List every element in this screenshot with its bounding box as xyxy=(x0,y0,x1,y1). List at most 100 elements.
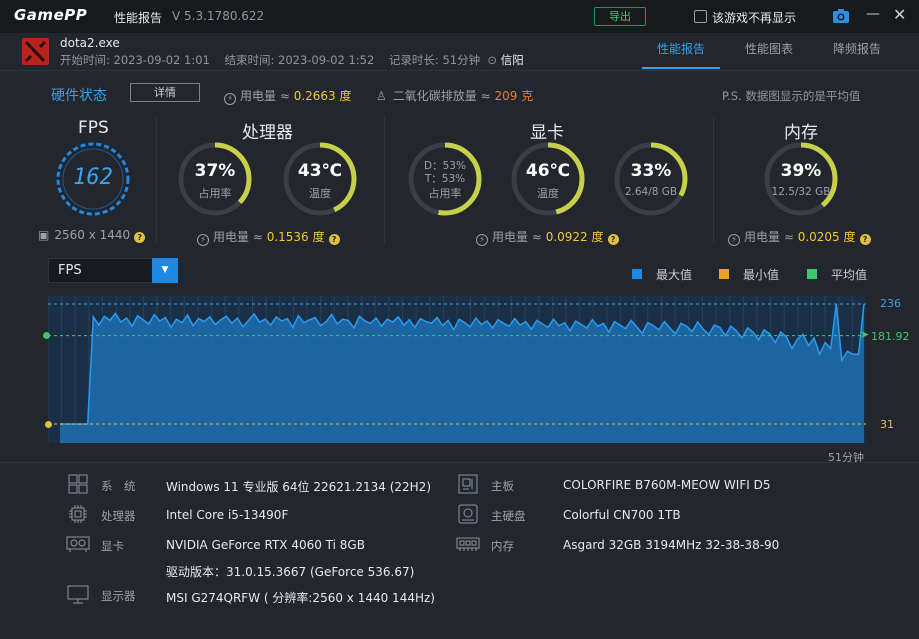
gpu-power-label: 用电量 ≈ xyxy=(492,230,542,244)
monitor-icon: ▣ xyxy=(38,228,50,242)
memory-title: 内存 xyxy=(784,123,818,143)
memory-usage-gauge: 39% 12.5/32 GB xyxy=(763,141,839,217)
motherboard-label: 主板 xyxy=(491,479,514,493)
memory-usage-value: 39% xyxy=(780,161,822,181)
memory-power-value: 0.0205 度 xyxy=(797,230,856,244)
no-show-checkbox[interactable] xyxy=(694,10,707,23)
active-tab-indicator xyxy=(642,67,720,69)
co2-label: 二氧化碳排放量 ≈ xyxy=(392,89,491,103)
monitor-icon xyxy=(67,585,89,609)
divider xyxy=(384,116,385,244)
help-icon[interactable]: ? xyxy=(859,234,871,245)
minimize-icon[interactable]: — xyxy=(866,6,880,22)
legend-avg-label: 平均值 xyxy=(831,268,868,282)
os-value: Windows 11 专业版 64位 22621.2134 (22H2) xyxy=(166,480,431,494)
duration: 51分钟 xyxy=(442,53,481,67)
chevron-down-icon[interactable]: ▼ xyxy=(152,258,178,283)
disk-label: 主硬盘 xyxy=(491,509,526,523)
end-time: 2023-09-02 1:52 xyxy=(278,53,375,67)
co2-icon: ♙ xyxy=(376,89,387,103)
details-button[interactable]: 详情 xyxy=(130,83,200,102)
total-power-label: 用电量 ≈ xyxy=(240,89,290,103)
tab-performance-report[interactable]: 性能报告 xyxy=(657,40,705,57)
gpu-vram-gauge: 33% 2.64/8 GB xyxy=(613,141,689,217)
legend-min: 最小值 xyxy=(719,266,779,283)
session-meta: 开始时间: 2023-09-02 1:01 结束时间: 2023-09-02 1… xyxy=(60,52,524,68)
legend-max-label: 最大值 xyxy=(656,268,693,282)
avg-axis-label: 181.92 xyxy=(871,330,910,343)
resolution-value: 2560 x 1440 xyxy=(54,228,131,242)
divider xyxy=(0,70,919,71)
gpu-temp-gauge: 46℃ 温度 xyxy=(510,141,586,217)
cpu-value: Intel Core i5-13490F xyxy=(166,508,289,522)
end-label: 结束时间: xyxy=(224,53,275,67)
power-icon: ⚡ xyxy=(728,234,740,246)
ram-label: 内存 xyxy=(491,539,514,553)
motherboard-icon xyxy=(458,474,478,498)
gpu-power-value: 0.0922 度 xyxy=(545,230,604,244)
hardware-status-title: 硬件状态 xyxy=(51,88,107,104)
metric-select-value: FPS xyxy=(58,263,82,278)
co2-emission: ♙ 二氧化碳排放量 ≈ 209 克 xyxy=(376,87,533,104)
co2-value: 209 克 xyxy=(494,89,534,103)
legend-max: 最大值 xyxy=(632,266,692,283)
memory-usage-sub: 12.5/32 GB xyxy=(771,186,831,198)
gpu-value: NVIDIA GeForce RTX 4060 Ti 8GB xyxy=(166,538,365,552)
gpu-icon xyxy=(66,535,90,557)
cpu-power-value: 0.1536 度 xyxy=(266,230,325,244)
start-time: 2023-09-02 1:01 xyxy=(113,53,210,67)
legend-swatch xyxy=(807,269,817,279)
cpu-title: 处理器 xyxy=(242,123,293,143)
fps-chart xyxy=(48,296,866,443)
avg-arrow-icon: ➤ xyxy=(860,327,870,341)
power-icon: ⚡ xyxy=(197,234,209,246)
export-button[interactable]: 导出 xyxy=(594,7,646,26)
min-marker xyxy=(45,420,52,428)
average-note: P.S. 数据图显示的是平均值 xyxy=(722,89,861,103)
game-name: dota2.exe xyxy=(60,36,120,50)
cpu-usage-label: 占用率 xyxy=(198,187,232,200)
location: 信阳 xyxy=(500,53,524,67)
tab-throttle-report[interactable]: 降频报告 xyxy=(833,40,881,57)
monitor-label: 显示器 xyxy=(101,589,136,603)
power-icon: ⚡ xyxy=(224,93,236,105)
cpu-temp-gauge: 43℃ 温度 xyxy=(282,141,358,217)
min-axis-label: 31 xyxy=(880,418,894,431)
tab-performance-chart[interactable]: 性能图表 xyxy=(745,40,793,57)
gpu-temp-label: 温度 xyxy=(537,187,559,200)
divider xyxy=(156,116,157,244)
help-icon[interactable]: ? xyxy=(328,234,340,245)
fps-title: FPS xyxy=(78,118,109,138)
ram-value: Asgard 32GB 3194MHz 32-38-38-90 xyxy=(563,538,780,552)
os-label: 系 统 xyxy=(101,479,136,493)
cpu-label: 处理器 xyxy=(101,509,136,523)
help-icon[interactable]: ? xyxy=(607,234,619,245)
legend-avg: 平均值 xyxy=(807,266,867,283)
gpu-title: 显卡 xyxy=(530,123,564,143)
divider xyxy=(713,116,714,244)
fps-gauge: 162 xyxy=(55,141,131,217)
gpu-t-usage: T：53% xyxy=(424,173,466,185)
legend-min-label: 最小值 xyxy=(743,268,780,282)
max-axis-label: 236 xyxy=(880,297,901,310)
windows-icon xyxy=(68,474,88,498)
power-icon: ⚡ xyxy=(476,234,488,246)
cpu-power-label: 用电量 ≈ xyxy=(213,230,263,244)
gpu-vram-value: 33% xyxy=(630,161,672,181)
disk-icon xyxy=(458,504,478,528)
close-icon[interactable]: ✕ xyxy=(893,5,906,24)
total-power-value: 0.2663 度 xyxy=(293,89,352,103)
help-icon[interactable]: ? xyxy=(134,232,146,243)
fps-value: 162 xyxy=(73,165,113,190)
resolution: ▣ 2560 x 1440? xyxy=(38,228,146,243)
app-logo: GamePP xyxy=(14,6,88,24)
app-version: V 5.3.1780.622 xyxy=(172,9,265,23)
start-label: 开始时间: xyxy=(60,53,110,67)
cpu-icon xyxy=(68,504,88,528)
no-show-label[interactable]: 该游戏不再显示 xyxy=(712,9,796,26)
gpu-power: ⚡ 用电量 ≈ 0.0922 度? xyxy=(476,228,619,246)
cpu-usage-gauge: 37% 占用率 xyxy=(177,141,253,217)
cpu-usage-value: 37% xyxy=(194,161,236,181)
location-icon: ⊙ xyxy=(487,53,498,67)
camera-icon[interactable] xyxy=(832,8,850,28)
